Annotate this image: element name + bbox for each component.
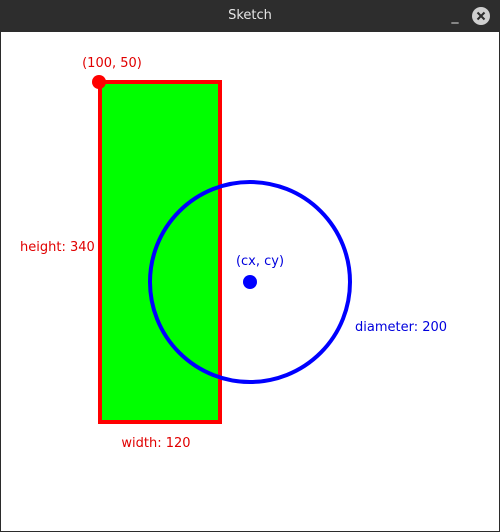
window-title: Sketch xyxy=(228,8,272,23)
diameter-label: diameter: 200 xyxy=(355,320,447,335)
center-point xyxy=(243,275,257,289)
close-button[interactable] xyxy=(472,7,490,25)
sketch-canvas[interactable]: (100, 50) height: 340 width: 120 (cx, cy… xyxy=(1,32,499,531)
close-icon xyxy=(476,11,486,21)
origin-label: (100, 50) xyxy=(82,56,142,71)
minimize-button[interactable]: _ xyxy=(446,6,464,26)
sketch-drawing: (100, 50) height: 340 width: 120 (cx, cy… xyxy=(20,56,447,451)
origin-point xyxy=(92,75,106,89)
title-bar[interactable]: Sketch _ xyxy=(0,0,500,32)
height-label: height: 340 xyxy=(20,240,95,255)
center-label: (cx, cy) xyxy=(236,254,284,269)
width-label: width: 120 xyxy=(121,436,190,451)
app-window: Sketch _ (100, 50) height: 340 width: 12… xyxy=(0,0,500,532)
